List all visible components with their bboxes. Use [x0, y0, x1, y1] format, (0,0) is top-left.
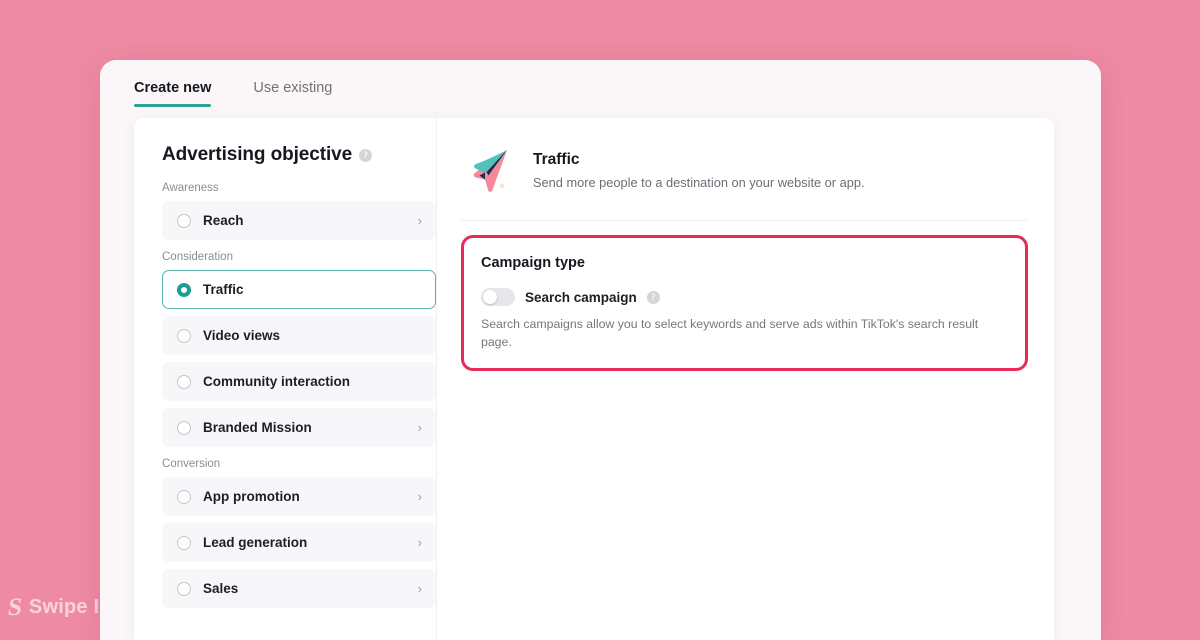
objective-label-traffic: Traffic — [203, 282, 244, 297]
app-window: Create new Use existing Advertising obje… — [100, 60, 1101, 640]
objective-label-video-views: Video views — [203, 328, 281, 343]
campaign-type-title: Campaign type — [481, 255, 585, 271]
watermark-logo-icon: S — [6, 594, 24, 621]
objective-item-reach[interactable]: Reach › — [162, 201, 436, 240]
radio-sales[interactable] — [177, 581, 191, 596]
radio-video-views[interactable] — [177, 328, 191, 343]
objective-item-lead-generation[interactable]: Lead generation › — [162, 523, 436, 562]
campaign-type-description: Search campaigns allow you to select key… — [481, 317, 979, 349]
content-panel: Advertising objective ? Awareness Reach … — [134, 118, 1054, 640]
radio-lead-generation[interactable] — [177, 535, 191, 550]
info-icon[interactable]: ? — [359, 148, 373, 162]
radio-reach[interactable] — [177, 213, 191, 228]
info-icon[interactable]: ? — [646, 290, 660, 304]
search-campaign-toggle-row: Search campaign ? — [481, 288, 1007, 306]
tab-use-existing-label: Use existing — [253, 80, 333, 96]
chevron-right-icon[interactable]: › — [418, 214, 422, 227]
chevron-right-icon[interactable]: › — [418, 421, 422, 434]
toggle-knob — [483, 290, 497, 304]
objective-label-sales: Sales — [203, 581, 239, 596]
radio-traffic[interactable] — [177, 282, 191, 297]
radio-app-promotion[interactable] — [177, 489, 191, 504]
page-title: Advertising objective — [162, 144, 353, 165]
group-label-consideration: Consideration — [162, 251, 233, 263]
campaign-type-card: Campaign type Search campaign ? Search c… — [461, 235, 1028, 371]
objective-item-video-views[interactable]: Video views › — [162, 316, 436, 355]
objective-label-app-promotion: App promotion — [203, 489, 300, 504]
tab-bar: Create new Use existing — [100, 60, 1101, 118]
radio-branded-mission[interactable] — [177, 420, 191, 435]
objective-detail-description: Send more people to a destination on you… — [533, 174, 865, 190]
tab-create-new-label: Create new — [134, 80, 212, 96]
objective-item-sales[interactable]: Sales › — [162, 569, 436, 608]
search-campaign-toggle[interactable] — [481, 288, 515, 306]
objective-label-lead-generation: Lead generation — [203, 535, 308, 550]
traffic-paper-plane-icon — [473, 150, 507, 192]
objective-label-branded-mission: Branded Mission — [203, 420, 312, 435]
advertising-objective-column: Advertising objective ? Awareness Reach … — [134, 118, 437, 640]
group-label-conversion: Conversion — [162, 458, 221, 470]
chevron-right-icon[interactable]: › — [418, 582, 422, 595]
objective-detail-column: Traffic Send more people to a destinatio… — [437, 118, 1054, 640]
objective-item-community-interaction[interactable]: Community interaction › — [162, 362, 436, 401]
advertising-objective-header: Advertising objective ? — [162, 144, 436, 166]
objective-label-community-interaction: Community interaction — [203, 374, 351, 389]
chevron-right-icon[interactable]: › — [418, 536, 422, 549]
chevron-right-icon[interactable]: › — [418, 490, 422, 503]
objective-item-app-promotion[interactable]: App promotion › — [162, 477, 436, 516]
tab-create-new[interactable]: Create new — [134, 80, 225, 107]
objective-detail-header: Traffic Send more people to a destinatio… — [461, 142, 1028, 221]
group-label-awareness: Awareness — [162, 182, 219, 194]
search-campaign-label: Search campaign — [525, 289, 637, 305]
objective-item-traffic[interactable]: Traffic › — [162, 270, 436, 309]
objective-detail-text: Traffic Send more people to a destinatio… — [533, 151, 865, 190]
radio-community-interaction[interactable] — [177, 374, 191, 389]
objective-detail-name: Traffic — [533, 150, 580, 168]
tab-use-existing[interactable]: Use existing — [253, 80, 346, 107]
objective-label-reach: Reach — [203, 213, 244, 228]
objective-item-branded-mission[interactable]: Branded Mission › — [162, 408, 436, 447]
